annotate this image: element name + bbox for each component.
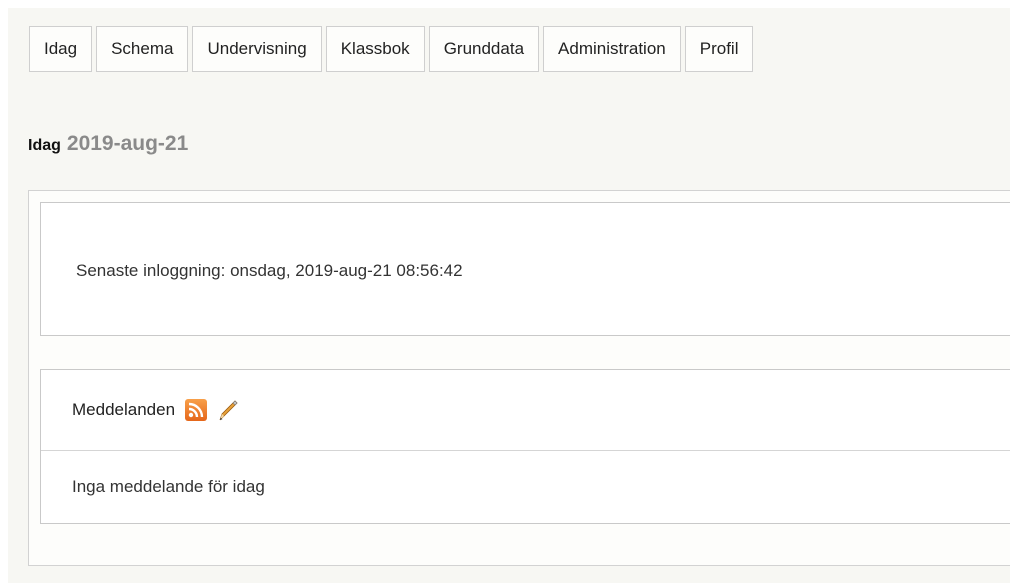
last-login-box: Senaste inloggning: onsdag, 2019-aug-21 … [40, 202, 1010, 336]
messages-title: Meddelanden [72, 400, 176, 419]
tab-grunddata[interactable]: Grunddata [428, 26, 540, 72]
main-navigation: Idag Schema Undervisning Klassbok Grundd… [29, 26, 754, 72]
page-title: Idag 2019-aug-21 [28, 132, 188, 156]
content-panel: Senaste inloggning: onsdag, 2019-aug-21 … [28, 190, 1010, 566]
page-background: Idag Schema Undervisning Klassbok Grundd… [8, 8, 1010, 583]
last-login-text: Senaste inloggning: onsdag, 2019-aug-21 … [76, 261, 463, 280]
tab-idag[interactable]: Idag [29, 26, 93, 72]
tab-klassbok[interactable]: Klassbok [325, 26, 425, 72]
tab-administration[interactable]: Administration [543, 26, 681, 72]
pencil-edit-icon[interactable] [215, 397, 241, 423]
messages-box: Meddelanden Inga meddelande för idag [40, 369, 1010, 524]
rss-feed-icon[interactable] [185, 399, 208, 421]
messages-header: Meddelanden [41, 370, 1010, 451]
page-title-label: Idag [28, 137, 61, 154]
tab-schema[interactable]: Schema [96, 26, 189, 72]
tab-undervisning[interactable]: Undervisning [192, 26, 322, 72]
tab-profil[interactable]: Profil [684, 26, 754, 72]
messages-empty-text: Inga meddelande för idag [72, 477, 265, 496]
page-title-date: 2019-aug-21 [66, 132, 189, 155]
